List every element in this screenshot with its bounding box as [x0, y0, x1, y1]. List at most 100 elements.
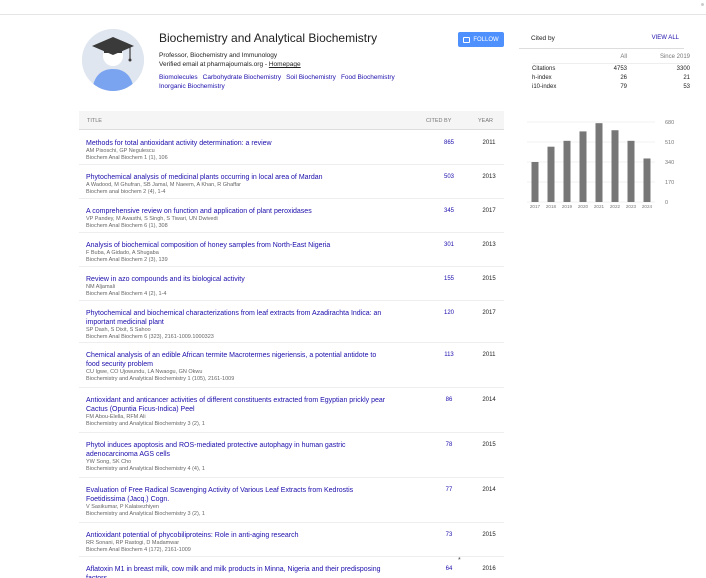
paper-title-link[interactable]: Chemical analysis of an edible African t… — [86, 351, 391, 370]
interests: Biomolecules Carbohydrate Biochemistry Soi… — [159, 73, 459, 91]
stat-all: 26 — [620, 75, 627, 81]
paper-title-link[interactable]: Aflatoxin M1 in breast milk, cow milk an… — [86, 565, 391, 578]
col-all: All — [620, 54, 627, 60]
bar-2024[interactable] — [643, 158, 651, 202]
paper-authors: AM Pisoschi, GP Negulescu — [86, 148, 155, 154]
affiliation: Professor, Biochemistry and Immunology — [159, 52, 278, 59]
follow-button[interactable]: FOLLOW — [458, 32, 504, 47]
table-row: Phytol induces apoptosis and ROS-mediate… — [79, 433, 504, 478]
paper-venue: Biochem Anal Biochem 4 (172), 2161-1009 — [86, 547, 191, 553]
email-text: Verified email at pharmajournals.org - — [159, 61, 268, 68]
paper-venue: Biochem anal biochem 2 (4), 1-4 — [86, 189, 166, 195]
x-tick-label: 2022 — [610, 204, 621, 209]
table-row: Review in azo compounds and its biologic… — [79, 267, 504, 301]
paper-year: 2013 — [482, 242, 496, 248]
bar-2022[interactable] — [611, 130, 619, 202]
interest-link[interactable]: Inorganic Biochemistry — [159, 83, 225, 90]
interest-link[interactable]: Soil Biochemistry — [286, 74, 336, 81]
paper-venue: Biochemistry and Analytical Biochemistry… — [86, 466, 205, 472]
interest-link[interactable]: Biomolecules — [159, 74, 198, 81]
bar-2023[interactable] — [627, 140, 635, 202]
y-tick-label: 340 — [665, 160, 674, 166]
paper-title-link[interactable]: Analysis of biochemical composition of h… — [86, 241, 391, 250]
paper-title-link[interactable]: Antioxidant potential of phycobiliprotei… — [86, 531, 391, 540]
view-all-link[interactable]: VIEW ALL — [652, 35, 679, 41]
homepage-link[interactable]: Homepage — [269, 61, 301, 68]
paper-year: 2011 — [482, 352, 496, 358]
citations-per-year-chart: 680 510 340 170 0 2017 2018 2019 2020 2021 2022 202… — [527, 120, 674, 209]
cited-count-link[interactable]: 155 — [429, 276, 469, 282]
paper-title-link[interactable]: Phytochemical and biochemical characteri… — [86, 309, 391, 328]
paper-title-link[interactable]: A comprehensive review on function and a… — [86, 207, 391, 216]
stat-label: i10-index — [532, 84, 557, 90]
paper-authors: FM Abou-Elella, RFM Ali — [86, 414, 146, 420]
stats-header-row: All Since 2019 — [532, 54, 690, 63]
paper-venue: Biochemistry and Analytical Biochemistry… — [86, 421, 205, 427]
menu-dot-icon[interactable] — [701, 3, 704, 6]
title-header[interactable]: TITLE — [87, 118, 102, 124]
paper-year: 2017 — [482, 208, 496, 214]
table-row: Phytochemical and biochemical characteri… — [79, 301, 504, 343]
x-tick-label: 2019 — [562, 204, 573, 209]
x-tick-label: 2023 — [626, 204, 637, 209]
stat-label: h-index — [532, 75, 552, 81]
table-row: Evaluation of Free Radical Scavenging Ac… — [79, 478, 504, 523]
cited-count-link[interactable]: 503 — [429, 174, 469, 180]
paper-year: 2014 — [482, 397, 496, 403]
cited-count-link[interactable]: 78 — [429, 442, 469, 448]
interest-link[interactable]: Food Biochemistry — [341, 74, 395, 81]
table-row: Aflatoxin M1 in breast milk, cow milk an… — [79, 557, 504, 578]
top-bar — [0, 0, 706, 15]
bar-2019[interactable] — [563, 140, 571, 202]
paper-title-link[interactable]: Evaluation of Free Radical Scavenging Ac… — [86, 486, 391, 505]
paper-venue: Biochemistry and Analytical Biochemistry… — [86, 376, 235, 382]
x-tick-label: 2017 — [530, 204, 541, 209]
cited-by-header: Cited by — [531, 35, 555, 42]
paper-venue: Biochem Anal Biochem 6 (1), 308 — [86, 223, 168, 229]
paper-title-link[interactable]: Phytol induces apoptosis and ROS-mediate… — [86, 441, 391, 460]
cited-by-header[interactable]: CITED BY — [426, 118, 451, 124]
bar-2018[interactable] — [547, 146, 555, 202]
paper-venue: Biochem Anal Biochem 1 (1), 106 — [86, 155, 168, 161]
cited-count-link[interactable]: 73 — [429, 532, 469, 538]
y-tick-label: 510 — [665, 140, 674, 146]
cited-count-link[interactable]: 865 — [429, 140, 469, 146]
cited-count-link[interactable]: 86 — [429, 397, 469, 403]
x-tick-label: 2024 — [642, 204, 653, 209]
paper-title-link[interactable]: Antioxidant and anticancer activities of… — [86, 396, 391, 415]
paper-title-link[interactable]: Review in azo compounds and its biologic… — [86, 275, 391, 284]
profile-name: Biochemistry and Analytical Biochemistry — [159, 31, 378, 45]
y-tick-label: 0 — [665, 200, 668, 206]
paper-authors: YW Song, SK Cho — [86, 459, 132, 465]
cited-count-link[interactable]: 64 — [429, 566, 469, 572]
x-tick-label: 2020 — [578, 204, 589, 209]
stat-since: 53 — [683, 84, 690, 90]
bar-2020[interactable] — [579, 131, 587, 202]
cited-count-link[interactable]: 77 — [429, 487, 469, 493]
y-tick-label: 170 — [665, 180, 674, 186]
stat-since: 21 — [683, 75, 690, 81]
cited-count-link[interactable]: 113 — [429, 352, 469, 358]
table-row: Chemical analysis of an edible African t… — [79, 343, 504, 388]
interest-link[interactable]: Carbohydrate Biochemistry — [203, 74, 281, 81]
year-header[interactable]: YEAR — [478, 118, 493, 124]
cited-count-link[interactable]: 345 — [429, 208, 469, 214]
stat-since: 3300 — [676, 66, 690, 72]
bar-2017[interactable] — [531, 162, 539, 202]
stat-all: 4753 — [613, 66, 627, 72]
bar-2021[interactable] — [595, 123, 603, 202]
stats-row: i10-index 79 53 — [532, 84, 690, 93]
paper-year: 2016 — [482, 566, 496, 572]
stat-all: 79 — [620, 84, 627, 90]
paper-title-link[interactable]: Phytochemical analysis of medicinal plan… — [86, 173, 391, 182]
table-row: Methods for total antioxidant activity d… — [79, 131, 504, 165]
paper-year: 2011 — [482, 140, 496, 146]
follow-label: FOLLOW — [473, 36, 499, 43]
cited-count-link[interactable]: 301 — [429, 242, 469, 248]
paper-year: 2015 — [482, 442, 496, 448]
table-header: TITLE CITED BY YEAR — [79, 111, 504, 130]
cited-count-link[interactable]: 120 — [429, 310, 469, 316]
paper-year: 2015 — [482, 532, 496, 538]
paper-title-link[interactable]: Methods for total antioxidant activity d… — [86, 139, 391, 148]
stats-row: h-index 26 21 — [532, 75, 690, 84]
